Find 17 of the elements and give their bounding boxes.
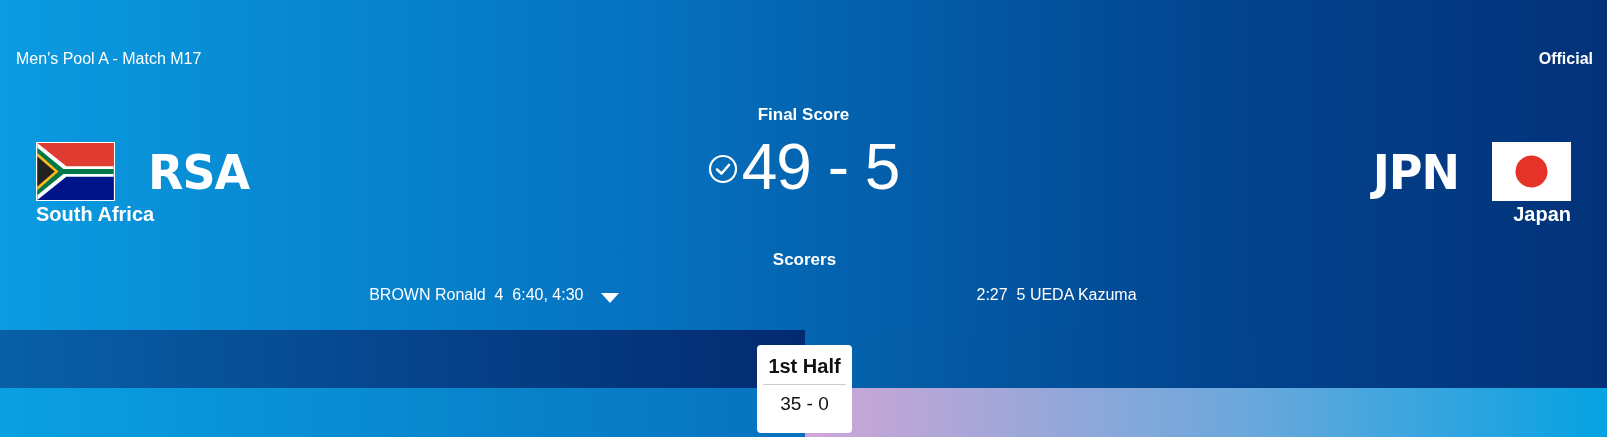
check-icon: [707, 154, 738, 184]
match-title: Men's Pool A - Match M17: [16, 50, 202, 69]
final-score-label: Final Score: [757, 105, 850, 125]
scorers-label: Scorers: [771, 250, 838, 270]
caret-down-icon[interactable]: [599, 292, 620, 304]
team-code: JPN: [1372, 143, 1459, 200]
team-code: RSA: [148, 143, 250, 200]
team-name: South Africa: [36, 203, 155, 226]
period-score: 35 - 0: [779, 392, 830, 415]
period-label: 1st Half: [763, 351, 846, 385]
final-score: 49 - 5: [741, 131, 900, 203]
scorer-entry: BROWN Ronald 4 6:40, 4:30: [369, 286, 584, 304]
flag-icon: [1492, 142, 1571, 201]
scorer-entry: 2:27 5 UEDA Kazuma: [976, 286, 1137, 303]
match-status: Official: [1538, 50, 1593, 69]
team-name: Japan: [1513, 203, 1571, 226]
flag-icon: [36, 142, 115, 201]
